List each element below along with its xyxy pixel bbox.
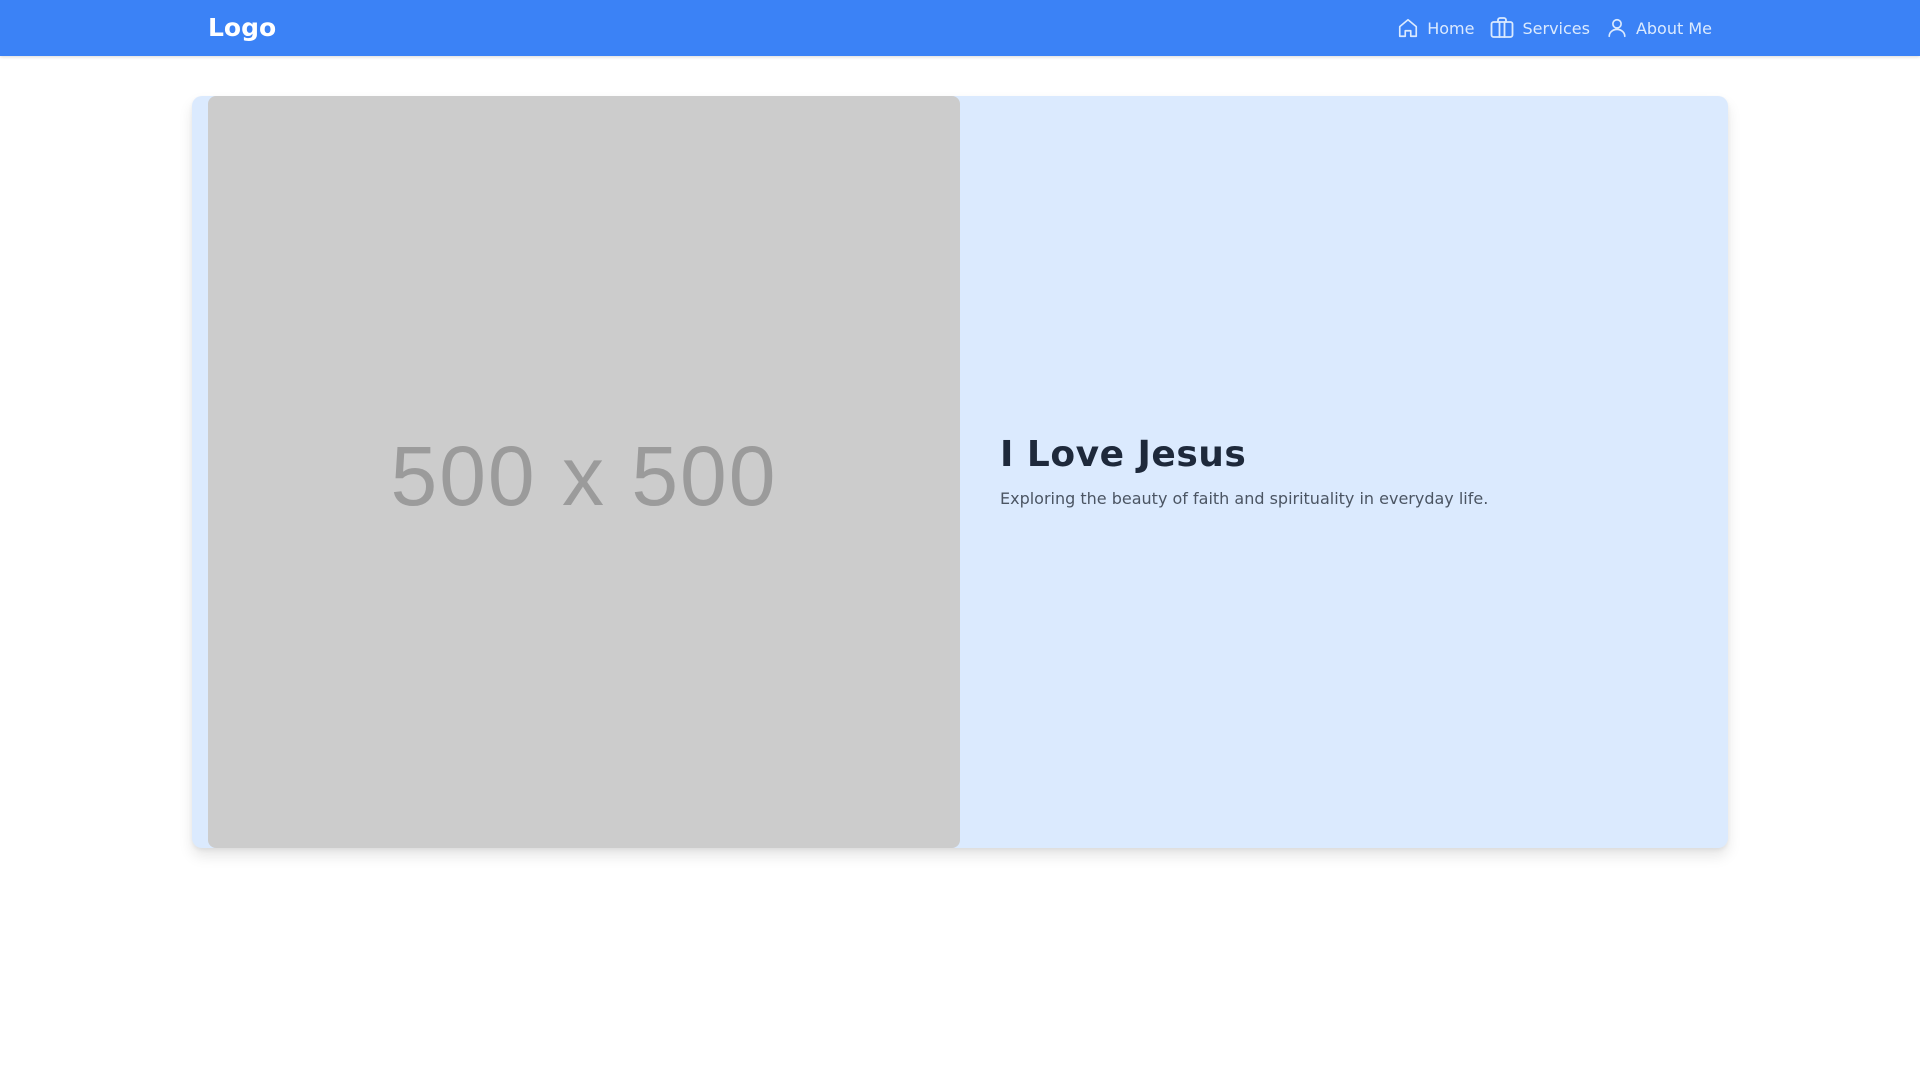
- nav-item-about-me[interactable]: About Me: [1606, 17, 1712, 39]
- briefcase-icon: [1490, 17, 1514, 39]
- logo[interactable]: Logo: [208, 0, 276, 56]
- hero-card: 500 x 500 I Love Jesus Exploring the bea…: [192, 96, 1728, 848]
- nav-item-services[interactable]: Services: [1490, 17, 1590, 39]
- nav-item-home[interactable]: Home: [1397, 17, 1474, 39]
- nav-item-label: Home: [1427, 18, 1475, 38]
- hero-title: I Love Jesus: [1000, 434, 1247, 475]
- nav-item-label: Services: [1522, 18, 1590, 38]
- user-icon: [1606, 17, 1628, 39]
- placeholder-label: 500 x 500: [390, 428, 778, 523]
- navbar: Logo Home Services About Me: [0, 0, 1920, 56]
- hero-text: I Love Jesus Exploring the beauty of fai…: [1000, 96, 1488, 848]
- main-nav: Home Services About Me: [1397, 0, 1712, 56]
- nav-item-label: About Me: [1635, 18, 1712, 38]
- hero-subtitle: Exploring the beauty of faith and spirit…: [1000, 489, 1489, 508]
- hero-image-placeholder: 500 x 500: [208, 96, 960, 848]
- home-icon: [1397, 17, 1419, 39]
